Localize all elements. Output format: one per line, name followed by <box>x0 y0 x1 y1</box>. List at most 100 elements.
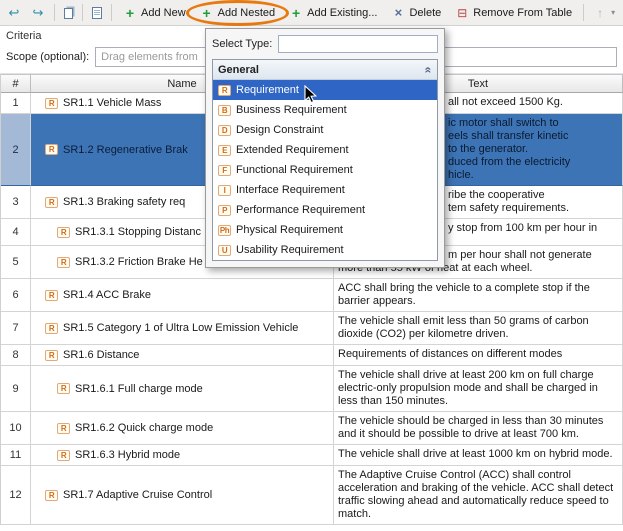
copy-button[interactable] <box>60 3 77 22</box>
requirement-text: The vehicle shall drive at least 200 km … <box>338 369 598 407</box>
toolbar-separator <box>583 4 584 21</box>
add-nested-label: Add Nested <box>218 7 275 19</box>
row-number-cell[interactable]: 7 <box>1 312 31 345</box>
requirement-icon: R <box>57 423 70 434</box>
collapse-group-icon[interactable]: « <box>422 66 436 73</box>
plus-icon: + <box>289 6 303 20</box>
requirement-text: The vehicle should be charged in less th… <box>338 415 603 440</box>
type-option-label: Business Requirement <box>236 104 347 116</box>
plus-icon: + <box>123 6 137 20</box>
export-button[interactable] <box>88 4 106 22</box>
name-cell[interactable]: R SR1.5 Category 1 of Ultra Low Emission… <box>31 312 334 345</box>
add-new-button[interactable]: + Add New <box>117 3 192 23</box>
row-number-cell[interactable]: 2 <box>1 114 31 186</box>
table-row: 11 R SR1.6.3 Hybrid mode The vehicle sha… <box>1 445 623 466</box>
name-cell[interactable]: R SR1.6.3 Hybrid mode <box>31 445 334 466</box>
requirement-icon: R <box>45 490 58 501</box>
row-number-cell[interactable]: 4 <box>1 219 31 246</box>
requirement-icon: R <box>57 383 70 394</box>
text-cell[interactable]: The Adaptive Cruise Control (ACC) shall … <box>334 466 623 525</box>
move-up-icon: ↑ <box>593 6 607 20</box>
name-cell[interactable]: R SR1.6.1 Full charge mode <box>31 366 334 412</box>
row-number-cell[interactable]: 11 <box>1 445 31 466</box>
toolbar-separator <box>111 4 112 21</box>
requirement-name: SR1.6 Distance <box>63 349 139 361</box>
row-number-cell[interactable]: 3 <box>1 186 31 219</box>
table-row: 8 R SR1.6 Distance Requirements of dista… <box>1 345 623 366</box>
row-number-cell[interactable]: 1 <box>1 93 31 114</box>
type-search-input[interactable] <box>278 35 438 53</box>
type-option-performance-requirement[interactable]: P Performance Requirement <box>213 200 437 220</box>
interface-requirement-icon: I <box>218 185 231 196</box>
requirement-icon: R <box>218 85 231 96</box>
add-existing-label: Add Existing... <box>307 7 377 19</box>
select-type-popup: Select Type: General « R Requirement B B… <box>205 28 445 268</box>
forward-button[interactable]: ↪ <box>27 3 49 23</box>
remove-from-table-icon: ⊟ <box>455 6 469 20</box>
delete-icon: × <box>391 6 405 20</box>
row-number-cell[interactable]: 5 <box>1 246 31 279</box>
type-option-label: Physical Requirement <box>236 224 343 236</box>
type-option-functional-requirement[interactable]: F Functional Requirement <box>213 160 437 180</box>
add-existing-button[interactable]: + Add Existing... <box>283 3 383 23</box>
text-cell[interactable]: The vehicle shall drive at least 200 km … <box>334 366 623 412</box>
remove-from-table-button[interactable]: ⊟ Remove From Table <box>449 3 578 23</box>
row-number-cell[interactable]: 8 <box>1 345 31 366</box>
type-option-extended-requirement[interactable]: E Extended Requirement <box>213 140 437 160</box>
back-button[interactable]: ↩ <box>3 3 25 23</box>
scope-label: Scope (optional): <box>6 51 89 63</box>
physical-requirement-icon: Ph <box>218 225 231 236</box>
row-number-cell[interactable]: 10 <box>1 412 31 445</box>
requirement-text: The Adaptive Cruise Control (ACC) shall … <box>338 469 613 520</box>
text-cell[interactable]: ACC shall bring the vehicle to a complet… <box>334 279 623 312</box>
requirement-icon: R <box>45 290 58 301</box>
toolbar-separator <box>82 4 83 21</box>
usability-requirement-icon: U <box>218 245 231 256</box>
row-number-cell[interactable]: 9 <box>1 366 31 412</box>
requirement-name: SR1.5 Category 1 of Ultra Low Emission V… <box>63 322 298 334</box>
type-option-physical-requirement[interactable]: Ph Physical Requirement <box>213 220 437 240</box>
type-group-header-general[interactable]: General « <box>213 60 437 80</box>
table-row: 7 R SR1.5 Category 1 of Ultra Low Emissi… <box>1 312 623 345</box>
text-cell[interactable]: Requirements of distances on different m… <box>334 345 623 366</box>
type-option-usability-requirement[interactable]: U Usability Requirement <box>213 240 437 260</box>
toolbar: ↩ ↪ + Add New + Add Nested + Add Existin… <box>0 0 623 26</box>
requirement-name: SR1.7 Adaptive Cruise Control <box>63 489 212 501</box>
forward-icon: ↪ <box>31 6 45 20</box>
requirement-icon: R <box>45 197 58 208</box>
table-row: 12 R SR1.7 Adaptive Cruise Control The A… <box>1 466 623 525</box>
type-option-interface-requirement[interactable]: I Interface Requirement <box>213 180 437 200</box>
row-number-cell[interactable]: 6 <box>1 279 31 312</box>
type-option-requirement[interactable]: R Requirement <box>213 80 437 100</box>
name-cell[interactable]: R SR1.6 Distance <box>31 345 334 366</box>
name-cell[interactable]: R SR1.7 Adaptive Cruise Control <box>31 466 334 525</box>
table-row: 6 R SR1.4 ACC Brake ACC shall bring the … <box>1 279 623 312</box>
select-type-label: Select Type: <box>212 38 272 50</box>
requirement-text: The vehicle shall emit less than 50 gram… <box>338 315 589 340</box>
requirement-icon: R <box>57 257 70 268</box>
text-cell[interactable]: The vehicle shall drive at least 1000 km… <box>334 445 623 466</box>
row-number-cell[interactable]: 12 <box>1 466 31 525</box>
requirement-name: SR1.2 Regenerative Brak <box>63 144 188 156</box>
type-option-design-constraint[interactable]: D Design Constraint <box>213 120 437 140</box>
requirement-text: The vehicle shall drive at least 1000 km… <box>338 448 613 460</box>
performance-requirement-icon: P <box>218 205 231 216</box>
extended-requirement-icon: E <box>218 145 231 156</box>
name-cell[interactable]: R SR1.4 ACC Brake <box>31 279 334 312</box>
requirement-icon: R <box>45 144 58 155</box>
column-header-number[interactable]: # <box>1 74 31 93</box>
name-cell[interactable]: R SR1.6.2 Quick charge mode <box>31 412 334 445</box>
requirement-icon: R <box>45 350 58 361</box>
type-option-label: Performance Requirement <box>236 204 365 216</box>
type-option-label: Design Constraint <box>236 124 323 136</box>
requirement-name: SR1.3.1 Stopping Distanc <box>75 226 201 238</box>
requirement-name: SR1.6.3 Hybrid mode <box>75 449 180 461</box>
type-option-business-requirement[interactable]: B Business Requirement <box>213 100 437 120</box>
table-row: 9 R SR1.6.1 Full charge mode The vehicle… <box>1 366 623 412</box>
delete-label: Delete <box>409 7 441 19</box>
delete-button[interactable]: × Delete <box>385 3 447 23</box>
requirement-icon: R <box>57 450 70 461</box>
add-nested-button[interactable]: + Add Nested <box>194 3 281 23</box>
text-cell[interactable]: The vehicle should be charged in less th… <box>334 412 623 445</box>
text-cell[interactable]: The vehicle shall emit less than 50 gram… <box>334 312 623 345</box>
